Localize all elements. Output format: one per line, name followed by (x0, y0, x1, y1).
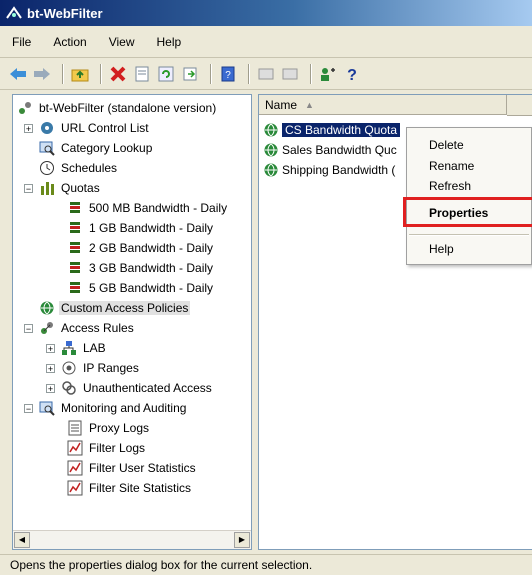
action-icon-1[interactable] (256, 64, 276, 84)
properties-icon[interactable] (132, 64, 152, 84)
tree-item-quota[interactable]: 2 GB Bandwidth - Daily (67, 239, 215, 257)
tree-item-schedules[interactable]: Schedules (39, 159, 119, 177)
menu-separator (409, 234, 529, 236)
ip-range-icon (61, 360, 77, 376)
chart-log-icon (67, 460, 83, 476)
magnifier-icon (39, 140, 55, 156)
bandwidth-icon (67, 260, 83, 276)
unauthenticated-icon (61, 380, 77, 396)
horizontal-scrollbar[interactable]: ◀ ▶ (13, 530, 251, 549)
status-text: Opens the properties dialog box for the … (10, 558, 313, 572)
chart-log-icon (67, 480, 83, 496)
tree-item-root[interactable]: bt-WebFilter (standalone version) (17, 99, 218, 117)
network-icon (61, 340, 77, 356)
expand-unauthenticated-access[interactable]: + (46, 384, 55, 394)
tree-item-url-control-list[interactable]: URL Control List (39, 119, 151, 137)
context-menu: Delete Rename Refresh Properties Help (403, 127, 532, 265)
menu-item-help[interactable]: Help (429, 242, 454, 256)
refresh-icon[interactable] (156, 64, 176, 84)
bandwidth-icon (67, 200, 83, 216)
title-bar: bt-WebFilter (0, 0, 532, 26)
tree-item-access-rules[interactable]: Access Rules (39, 319, 136, 337)
menu-bar: File Action View Help (0, 26, 532, 58)
access-rules-icon (39, 320, 55, 336)
monitoring-icon (39, 400, 55, 416)
tree-item-lab[interactable]: LAB (61, 339, 108, 357)
svg-text:?: ? (347, 67, 357, 82)
collapse-monitoring[interactable]: − (24, 404, 33, 414)
menu-action[interactable]: Action (49, 33, 90, 51)
clock-icon (39, 160, 55, 176)
tree-item-quota[interactable]: 1 GB Bandwidth - Daily (67, 219, 215, 237)
url-list-icon (39, 120, 55, 136)
help-icon[interactable]: ? (342, 64, 362, 84)
list-item[interactable]: CS Bandwidth Quota (263, 121, 401, 139)
chart-log-icon (67, 440, 83, 456)
quota-bars-icon (39, 180, 55, 196)
tree-item-filter-user-statistics[interactable]: Filter User Statistics (67, 459, 198, 477)
toolbar: ? ? (0, 58, 532, 90)
list-item[interactable]: Shipping Bandwidth ( (263, 161, 395, 179)
menu-help[interactable]: Help (153, 33, 186, 51)
policy-globe-icon (263, 142, 279, 158)
menu-file[interactable]: File (8, 33, 35, 51)
tree-item-unauthenticated-access[interactable]: Unauthenticated Access (61, 379, 214, 397)
tree-item-quota[interactable]: 5 GB Bandwidth - Daily (67, 279, 215, 297)
column-header-name[interactable]: Name ▲ (259, 95, 507, 115)
scroll-left-icon[interactable]: ◀ (14, 532, 30, 548)
collapse-access-rules[interactable]: − (24, 324, 33, 334)
user-icon[interactable] (318, 64, 338, 84)
expand-url-control-list[interactable]: + (24, 124, 33, 134)
toolbar-separator (310, 63, 312, 84)
tree-item-quotas[interactable]: Quotas (39, 179, 102, 197)
policy-globe-icon (263, 122, 279, 138)
export-icon[interactable] (180, 64, 200, 84)
tree-item-filter-site-statistics[interactable]: Filter Site Statistics (67, 479, 193, 497)
tree-item-category-lookup[interactable]: Category Lookup (39, 139, 154, 157)
tree-item-quota[interactable]: 3 GB Bandwidth - Daily (67, 259, 215, 277)
policy-globe-icon (39, 300, 55, 316)
help-book-icon[interactable]: ? (218, 64, 238, 84)
menu-view[interactable]: View (105, 33, 139, 51)
console-tree: bt-WebFilter (standalone version) + URL … (12, 94, 252, 550)
menu-item-delete[interactable]: Delete (429, 138, 464, 152)
tree-item-proxy-logs[interactable]: Proxy Logs (67, 419, 151, 437)
expand-ip-ranges[interactable]: + (46, 364, 55, 374)
app-icon (6, 6, 22, 20)
toolbar-separator (248, 63, 250, 84)
toolbar-separator (210, 63, 212, 84)
policy-globe-icon (263, 162, 279, 178)
root-icon (17, 100, 33, 116)
tree-item-filter-logs[interactable]: Filter Logs (67, 439, 147, 457)
bandwidth-icon (67, 280, 83, 296)
highlight-box (403, 197, 532, 227)
collapse-quotas[interactable]: − (24, 184, 33, 194)
menu-item-refresh[interactable]: Refresh (429, 179, 471, 193)
scroll-right-icon[interactable]: ▶ (234, 532, 250, 548)
expand-lab[interactable]: + (46, 344, 55, 354)
sort-ascending-icon: ▲ (305, 99, 314, 110)
list-item[interactable]: Sales Bandwidth Quc (263, 141, 397, 159)
status-bar: Opens the properties dialog box for the … (0, 554, 532, 575)
toolbar-separator (100, 63, 102, 84)
svg-text:?: ? (225, 70, 231, 81)
forward-arrow-icon[interactable] (32, 64, 52, 84)
action-icon-2[interactable] (280, 64, 300, 84)
bandwidth-icon (67, 220, 83, 236)
scroll-track[interactable] (31, 532, 233, 548)
bandwidth-icon (67, 240, 83, 256)
tree-item-custom-access-policies[interactable]: Custom Access Policies (39, 299, 191, 317)
window-title: bt-WebFilter (27, 5, 103, 21)
tree-item-ip-ranges[interactable]: IP Ranges (61, 359, 141, 377)
tree-view: bt-WebFilter (standalone version) + URL … (13, 95, 251, 531)
toolbar-separator (62, 63, 64, 84)
tree-item-monitoring[interactable]: Monitoring and Auditing (39, 399, 188, 417)
tree-item-quota[interactable]: 500 MB Bandwidth - Daily (67, 199, 229, 217)
up-folder-icon[interactable] (70, 64, 90, 84)
delete-icon[interactable] (108, 64, 128, 84)
back-arrow-icon[interactable] (8, 64, 28, 84)
column-header-extra[interactable] (507, 95, 532, 116)
log-icon (67, 420, 83, 436)
menu-item-rename[interactable]: Rename (429, 159, 474, 173)
